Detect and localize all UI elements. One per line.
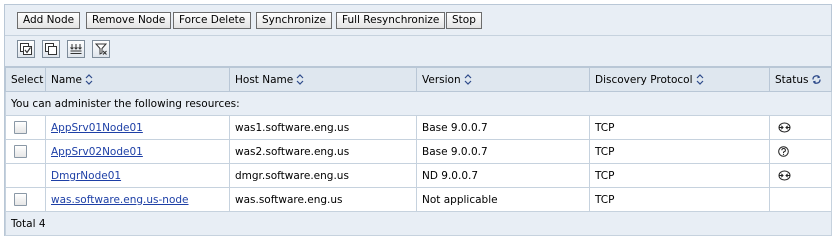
version-header-label: Version [422, 73, 461, 86]
protocol-column-header[interactable]: Discovery Protocol [589, 67, 770, 92]
action-button-bar: Add Node Remove Node Force Delete Synchr… [5, 5, 831, 36]
force-delete-button[interactable]: Force Delete [173, 12, 252, 29]
select-column-header: Select [5, 67, 46, 92]
select-cell [5, 139, 46, 164]
nodes-panel: Add Node Remove Node Force Delete Synchr… [4, 4, 832, 236]
node-link[interactable]: AppSrv01Node01 [51, 122, 143, 134]
version-cell: Not applicable [416, 187, 590, 212]
total-row: Total 4 [5, 211, 832, 236]
name-header-label: Name [51, 73, 82, 86]
row-checkbox[interactable] [14, 145, 27, 158]
host-cell: was.software.eng.us [229, 187, 417, 212]
host-column-header[interactable]: Host Name [229, 67, 417, 92]
host-cell: was2.software.eng.us [229, 139, 417, 164]
refresh-status-icon[interactable] [811, 74, 822, 85]
message-row: You can administer the following resourc… [5, 91, 832, 116]
sort-icon[interactable] [296, 74, 304, 85]
row-checkbox[interactable] [14, 121, 27, 134]
row-checkbox[interactable] [14, 193, 27, 206]
table-row: AppSrv01Node01 was1.software.eng.us Base… [5, 115, 832, 140]
table-row: AppSrv02Node01 was2.software.eng.us Base… [5, 139, 832, 164]
select-cell [5, 187, 46, 212]
node-link[interactable]: was.software.eng.us-node [51, 194, 189, 206]
protocol-cell: TCP [589, 163, 770, 188]
select-all-icon[interactable] [17, 40, 35, 58]
resources-message: You can administer the following resourc… [5, 91, 832, 116]
unknown-status-icon [778, 146, 789, 157]
sort-icon[interactable] [85, 74, 93, 85]
status-header-label: Status [775, 73, 809, 86]
status-cell [769, 163, 832, 188]
name-column-header[interactable]: Name [45, 67, 230, 92]
name-cell: AppSrv02Node01 [45, 139, 230, 164]
nodes-table: Select Name Host Name Version Discovery … [5, 67, 832, 236]
add-node-button[interactable]: Add Node [17, 12, 81, 29]
select-header-label: Select [11, 73, 44, 86]
status-cell [769, 139, 832, 164]
status-cell [769, 187, 832, 212]
synchronized-status-icon [778, 122, 791, 133]
show-filter-icon[interactable] [67, 40, 85, 58]
protocol-cell: TCP [589, 115, 770, 140]
sort-icon[interactable] [464, 74, 472, 85]
total-count: Total 4 [5, 211, 832, 236]
version-cell: Base 9.0.0.7 [416, 139, 590, 164]
version-cell: ND 9.0.0.7 [416, 163, 590, 188]
table-row: DmgrNode01 dmgr.software.eng.us ND 9.0.0… [5, 163, 832, 188]
version-column-header[interactable]: Version [416, 67, 590, 92]
version-cell: Base 9.0.0.7 [416, 115, 590, 140]
clear-filter-icon[interactable] [92, 40, 110, 58]
status-column-header: Status [769, 67, 832, 92]
full-resynchronize-button[interactable]: Full Resynchronize [336, 12, 446, 29]
name-cell: was.software.eng.us-node [45, 187, 230, 212]
sort-icon[interactable] [696, 74, 704, 85]
host-header-label: Host Name [235, 73, 294, 86]
remove-node-button[interactable]: Remove Node [86, 12, 172, 29]
host-cell: dmgr.software.eng.us [229, 163, 417, 188]
stop-button[interactable]: Stop [446, 12, 482, 29]
select-cell [5, 115, 46, 140]
host-cell: was1.software.eng.us [229, 115, 417, 140]
node-link[interactable]: DmgrNode01 [51, 170, 121, 182]
name-cell: DmgrNode01 [45, 163, 230, 188]
status-cell [769, 115, 832, 140]
synchronized-status-icon [778, 170, 791, 181]
name-cell: AppSrv01Node01 [45, 115, 230, 140]
protocol-header-label: Discovery Protocol [595, 73, 693, 86]
table-row: was.software.eng.us-node was.software.en… [5, 187, 832, 212]
protocol-cell: TCP [589, 187, 770, 212]
protocol-cell: TCP [589, 139, 770, 164]
table-header-row: Select Name Host Name Version Discovery … [5, 67, 832, 92]
table-icon-bar [5, 36, 831, 67]
synchronize-button[interactable]: Synchronize [256, 12, 333, 29]
node-link[interactable]: AppSrv02Node01 [51, 146, 143, 158]
select-cell [5, 163, 46, 188]
deselect-all-icon[interactable] [42, 40, 60, 58]
